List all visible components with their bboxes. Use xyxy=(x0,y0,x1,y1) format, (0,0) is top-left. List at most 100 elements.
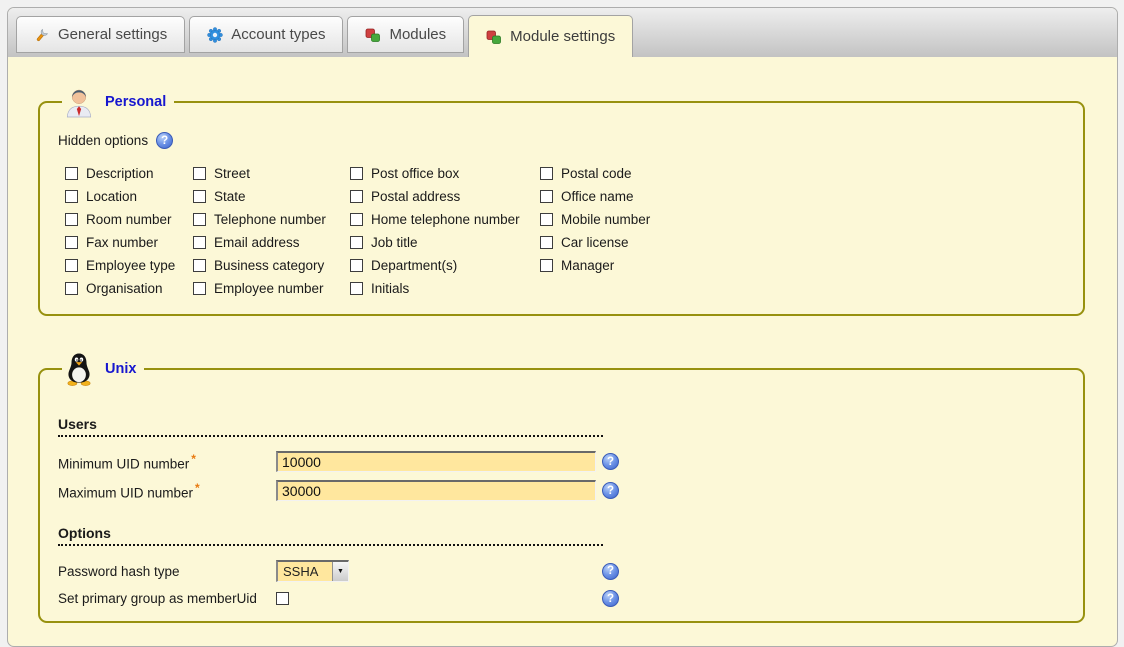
help-icon[interactable]: ? xyxy=(602,590,619,607)
hidden-option-checkbox[interactable] xyxy=(193,282,206,295)
hidden-option-label: State xyxy=(214,189,246,204)
hidden-option-label: Business category xyxy=(214,258,324,273)
hidden-option: Post office box xyxy=(350,162,540,185)
lam-config-window: General settings Account types xyxy=(7,7,1118,647)
hidden-option-checkbox[interactable] xyxy=(193,167,206,180)
hidden-option: Home telephone number xyxy=(350,208,540,231)
min-uid-input[interactable] xyxy=(276,451,596,472)
hidden-option-label: Postal code xyxy=(561,166,632,181)
hidden-options-row: Hidden options ? xyxy=(58,132,1065,149)
hidden-option-checkbox[interactable] xyxy=(65,167,78,180)
hidden-option-label: Location xyxy=(86,189,137,204)
modules-icon xyxy=(486,29,502,45)
hidden-option: Fax number xyxy=(65,231,193,254)
hidden-option-label: Manager xyxy=(561,258,614,273)
hidden-option-checkbox[interactable] xyxy=(350,190,363,203)
tab-general-settings[interactable]: General settings xyxy=(16,16,185,53)
hidden-option: Telephone number xyxy=(193,208,350,231)
tab-module-settings[interactable]: Module settings xyxy=(468,15,633,57)
hidden-option-checkbox[interactable] xyxy=(350,259,363,272)
max-uid-input[interactable] xyxy=(276,480,596,501)
hidden-option-label: Organisation xyxy=(86,281,163,296)
hidden-option-checkbox[interactable] xyxy=(193,190,206,203)
hidden-option-checkbox[interactable] xyxy=(540,259,553,272)
hidden-options-column-1: Description Location Room number Fax num… xyxy=(65,162,193,300)
hidden-option-checkbox[interactable] xyxy=(540,236,553,249)
hidden-option-checkbox[interactable] xyxy=(350,213,363,226)
hidden-option-checkbox[interactable] xyxy=(350,282,363,295)
member-uid-row: Set primary group as memberUid ? xyxy=(58,590,1065,607)
hidden-option-checkbox[interactable] xyxy=(65,236,78,249)
hidden-option-checkbox[interactable] xyxy=(65,282,78,295)
unix-legend-label: Unix xyxy=(105,361,136,377)
hidden-option: Location xyxy=(65,185,193,208)
hidden-option-label: Office name xyxy=(561,189,634,204)
password-hash-label: Password hash type xyxy=(58,564,276,579)
hidden-option-label: Home telephone number xyxy=(371,212,520,227)
hidden-option: Initials xyxy=(350,277,540,300)
password-hash-select[interactable]: SSHA ▼ xyxy=(276,560,349,582)
hidden-option-label: Initials xyxy=(371,281,409,296)
unix-legend: Unix xyxy=(62,352,144,386)
password-hash-selected-value: SSHA xyxy=(278,562,332,581)
hidden-option: Description xyxy=(65,162,193,185)
hidden-option-label: Fax number xyxy=(86,235,158,250)
hidden-option-checkbox[interactable] xyxy=(65,259,78,272)
tab-modules[interactable]: Modules xyxy=(347,16,464,53)
wrench-icon xyxy=(34,27,50,43)
help-icon[interactable]: ? xyxy=(602,453,619,470)
help-icon[interactable]: ? xyxy=(602,482,619,499)
module-settings-panel: Personal Hidden options ? Description Lo… xyxy=(8,57,1117,623)
hidden-option-checkbox[interactable] xyxy=(540,213,553,226)
dropdown-arrow-icon[interactable]: ▼ xyxy=(332,562,348,581)
hidden-option: Job title xyxy=(350,231,540,254)
hidden-option-label: Email address xyxy=(214,235,300,250)
hidden-options-column-4: Postal code Office name Mobile number Ca… xyxy=(540,162,650,300)
member-uid-label: Set primary group as memberUid xyxy=(58,591,276,606)
hidden-option-label: Mobile number xyxy=(561,212,650,227)
hidden-option-label: Room number xyxy=(86,212,172,227)
hidden-option-label: Postal address xyxy=(371,189,460,204)
modules-icon xyxy=(365,27,381,43)
hidden-option-label: Post office box xyxy=(371,166,459,181)
personal-legend: Personal xyxy=(62,86,174,118)
hidden-option-label: Employee type xyxy=(86,258,175,273)
hidden-option-checkbox[interactable] xyxy=(193,236,206,249)
hidden-option: Manager xyxy=(540,254,650,277)
tab-label: General settings xyxy=(58,26,167,43)
hidden-options-column-3: Post office box Postal address Home tele… xyxy=(350,162,540,300)
hidden-option-checkbox[interactable] xyxy=(193,213,206,226)
tux-penguin-icon xyxy=(64,352,94,386)
hidden-option-checkbox[interactable] xyxy=(193,259,206,272)
hidden-option-checkbox[interactable] xyxy=(65,213,78,226)
tab-account-types[interactable]: Account types xyxy=(189,16,343,53)
password-hash-row: Password hash type SSHA ▼ ? xyxy=(58,560,1065,582)
personal-fieldset: Personal Hidden options ? Description Lo… xyxy=(38,86,1085,316)
hidden-option-checkbox[interactable] xyxy=(65,190,78,203)
hidden-option: Car license xyxy=(540,231,650,254)
gear-icon xyxy=(207,27,223,43)
hidden-option-checkbox[interactable] xyxy=(350,167,363,180)
hidden-option: Postal address xyxy=(350,185,540,208)
hidden-options-grid: Description Location Room number Fax num… xyxy=(65,162,1065,300)
hidden-options-column-2: Street State Telephone number Email addr… xyxy=(193,162,350,300)
tab-bar: General settings Account types xyxy=(8,8,1117,57)
max-uid-row: Maximum UID number* ? xyxy=(58,480,1065,501)
unix-fieldset: Unix Users Minimum UID number* ? Maximum… xyxy=(38,352,1085,623)
users-section-heading: Users xyxy=(58,416,603,437)
hidden-option: Office name xyxy=(540,185,650,208)
help-icon[interactable]: ? xyxy=(602,563,619,580)
hidden-option-checkbox[interactable] xyxy=(350,236,363,249)
personal-legend-label: Personal xyxy=(105,94,166,110)
hidden-option-label: Employee number xyxy=(214,281,324,296)
hidden-option-checkbox[interactable] xyxy=(540,190,553,203)
tab-label: Account types xyxy=(231,26,325,43)
help-icon[interactable]: ? xyxy=(156,132,173,149)
max-uid-label: Maximum UID number* xyxy=(58,481,276,501)
member-uid-checkbox[interactable] xyxy=(276,592,289,605)
hidden-option: Postal code xyxy=(540,162,650,185)
hidden-option-checkbox[interactable] xyxy=(540,167,553,180)
hidden-option: Department(s) xyxy=(350,254,540,277)
hidden-option-label: Car license xyxy=(561,235,629,250)
hidden-option: Email address xyxy=(193,231,350,254)
